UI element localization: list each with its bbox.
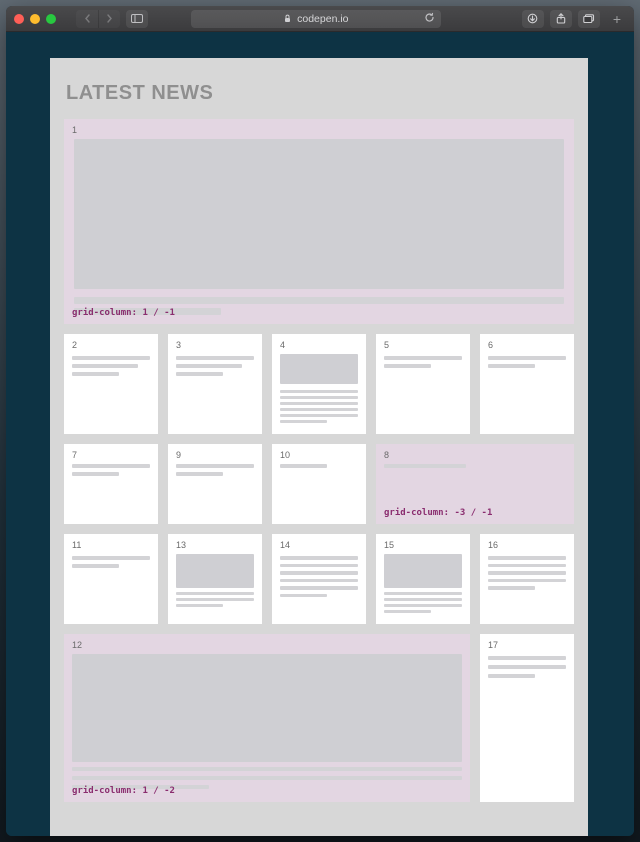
image-placeholder	[72, 654, 462, 762]
card-number: 6	[488, 340, 493, 350]
card-number: 9	[176, 450, 181, 460]
download-icon	[527, 13, 538, 24]
page-content: LATEST NEWS 1 grid-column: 1 / -1 2	[50, 58, 588, 836]
grid-code-label: grid-column: 1 / -1	[72, 308, 175, 318]
card-number: 7	[72, 450, 77, 460]
share-icon	[556, 13, 566, 24]
image-placeholder	[74, 139, 564, 289]
reload-button[interactable]	[424, 12, 435, 23]
card-7[interactable]: 7	[64, 444, 158, 524]
minimize-window-button[interactable]	[30, 14, 40, 24]
image-placeholder	[176, 554, 254, 588]
card-number: 1	[72, 125, 77, 135]
chevron-right-icon	[106, 14, 113, 23]
page-viewport[interactable]: LATEST NEWS 1 grid-column: 1 / -1 2	[6, 32, 634, 836]
card-3[interactable]: 3	[168, 334, 262, 434]
desktop: codepen.io + L	[0, 0, 640, 842]
sidebar-button[interactable]	[126, 10, 148, 28]
card-number: 10	[280, 450, 290, 460]
card-10[interactable]: 10	[272, 444, 366, 524]
card-number: 12	[72, 640, 82, 650]
card-6[interactable]: 6	[480, 334, 574, 434]
sidebar-icon	[131, 14, 143, 23]
grid-code-label: grid-column: 1 / -2	[72, 786, 175, 796]
card-number: 13	[176, 540, 186, 550]
window-controls	[14, 14, 56, 24]
downloads-button[interactable]	[522, 10, 544, 28]
card-5[interactable]: 5	[376, 334, 470, 434]
image-placeholder	[280, 354, 358, 384]
tabs-button[interactable]	[578, 10, 600, 28]
close-window-button[interactable]	[14, 14, 24, 24]
chevron-left-icon	[84, 14, 91, 23]
card-number: 2	[72, 340, 77, 350]
news-grid: 1 grid-column: 1 / -1 2 3	[64, 119, 574, 802]
text-placeholder	[74, 297, 564, 304]
new-tab-button[interactable]: +	[608, 6, 626, 32]
card-number: 15	[384, 540, 394, 550]
card-14[interactable]: 14	[272, 534, 366, 624]
lock-icon	[284, 14, 291, 23]
card-number: 14	[280, 540, 290, 550]
card-number: 11	[72, 540, 81, 550]
share-button[interactable]	[550, 10, 572, 28]
image-placeholder	[384, 554, 462, 588]
card-number: 4	[280, 340, 285, 350]
card-number: 8	[384, 450, 389, 460]
card-1[interactable]: 1 grid-column: 1 / -1	[64, 119, 574, 324]
reload-icon	[424, 12, 435, 23]
card-number: 16	[488, 540, 498, 550]
tabs-icon	[583, 14, 595, 24]
card-12[interactable]: 12 grid-column: 1 / -2	[64, 634, 470, 802]
safari-window: codepen.io + L	[6, 6, 634, 836]
forward-button[interactable]	[98, 10, 120, 28]
card-number: 3	[176, 340, 181, 350]
card-15[interactable]: 15	[376, 534, 470, 624]
address-host: codepen.io	[297, 13, 348, 25]
safari-toolbar: codepen.io +	[6, 6, 634, 32]
card-number: 5	[384, 340, 389, 350]
card-8[interactable]: 8 grid-column: -3 / -1	[376, 444, 574, 524]
card-number: 17	[488, 640, 498, 650]
zoom-window-button[interactable]	[46, 14, 56, 24]
card-9[interactable]: 9	[168, 444, 262, 524]
card-4[interactable]: 4	[272, 334, 366, 434]
card-17[interactable]: 17	[480, 634, 574, 802]
card-2[interactable]: 2	[64, 334, 158, 434]
back-button[interactable]	[76, 10, 98, 28]
card-11[interactable]: 11	[64, 534, 158, 624]
card-13[interactable]: 13	[168, 534, 262, 624]
plus-icon: +	[613, 11, 621, 27]
grid-code-label: grid-column: -3 / -1	[384, 508, 492, 518]
address-bar[interactable]: codepen.io	[191, 10, 441, 28]
card-16[interactable]: 16	[480, 534, 574, 624]
page-title: LATEST NEWS	[66, 82, 574, 105]
